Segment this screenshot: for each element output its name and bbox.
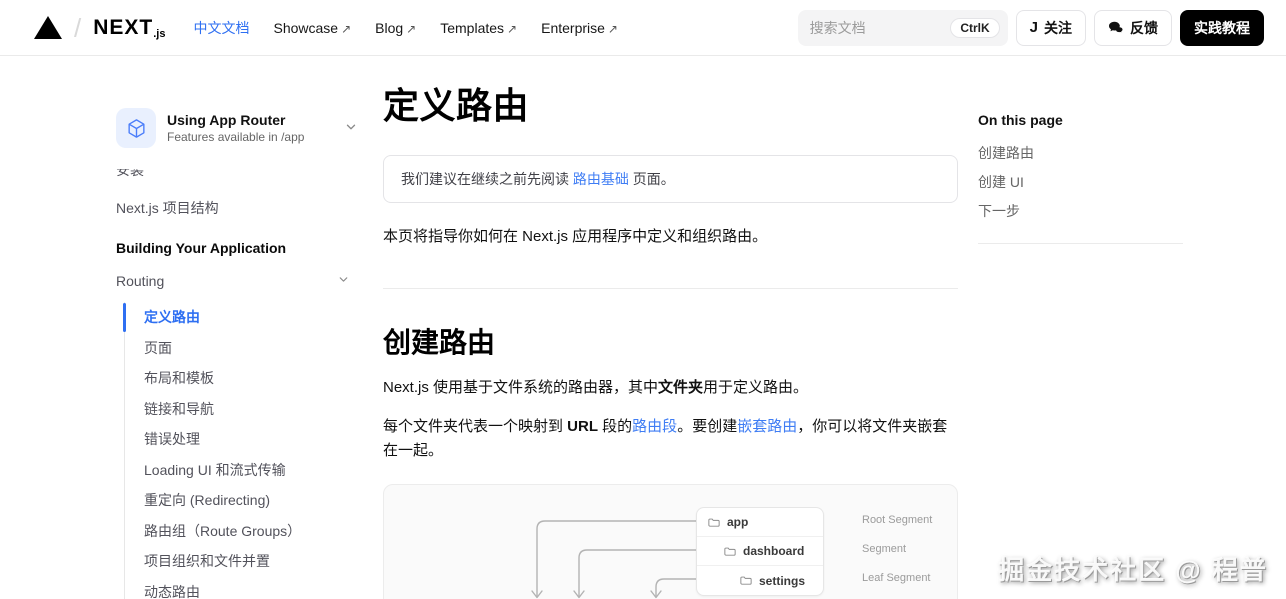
folder-icon bbox=[740, 575, 752, 586]
header-actions: CtrlK J 关注 反馈 实践教程 bbox=[798, 10, 1264, 46]
route-segment-link[interactable]: 路由段 bbox=[632, 418, 677, 435]
follow-button[interactable]: J 关注 bbox=[1016, 10, 1086, 46]
external-link-icon: ↗ bbox=[608, 22, 618, 36]
paragraph-filesystem-router: Next.js 使用基于文件系统的路由器，其中文件夹用于定义路由。 bbox=[383, 376, 958, 400]
chevron-down-icon bbox=[337, 273, 350, 289]
chevron-down-icon bbox=[344, 120, 358, 137]
sidebar-item-linking-navigating: 链接和导航 bbox=[144, 394, 362, 425]
toc-item-create-routes: 创建路由 bbox=[978, 144, 1188, 163]
sidebar-item-loading-streaming: Loading UI 和流式传输 bbox=[144, 455, 362, 486]
search-input[interactable] bbox=[810, 20, 951, 36]
routing-fundamentals-link[interactable]: 路由基础 bbox=[573, 171, 629, 187]
slash-divider: / bbox=[74, 15, 81, 41]
recommendation-callout: 我们建议在继续之前先阅读 路由基础 页面。 bbox=[383, 155, 958, 203]
toc-item-next-steps: 下一步 bbox=[978, 202, 1188, 221]
sidebar-item-layouts-templates: 布局和模板 bbox=[144, 363, 362, 394]
sidebar-group-routing[interactable]: Routing bbox=[116, 273, 362, 289]
nested-routes-link[interactable]: 嵌套路由 bbox=[737, 418, 797, 435]
segment-label-leaf: Leaf Segment bbox=[862, 572, 931, 584]
folder-icon bbox=[708, 517, 720, 528]
toc-list: 创建路由 创建 UI 下一步 bbox=[978, 144, 1188, 221]
nav-link-enterprise[interactable]: Enterprise↗ bbox=[541, 20, 618, 36]
paragraph-route-segments: 每个文件夹代表一个映射到 URL 段的路由段。要创建嵌套路由，你可以将文件夹嵌套… bbox=[383, 415, 958, 463]
section-heading-create-routes: 创建路由 bbox=[383, 325, 958, 361]
sidebar-item-project-structure[interactable]: Next.js 项目结构 bbox=[116, 198, 362, 218]
toc-item-create-ui: 创建 UI bbox=[978, 173, 1188, 192]
nav-link-blog[interactable]: Blog↗ bbox=[375, 20, 416, 36]
external-link-icon: ↗ bbox=[507, 22, 517, 36]
nextjs-docs-page: / NEXT.js 中文文档 Showcase↗ Blog↗ Templates… bbox=[0, 0, 1286, 599]
folder-row-dashboard: dashboard bbox=[697, 537, 823, 566]
nav-link-showcase[interactable]: Showcase↗ bbox=[273, 20, 351, 36]
tutorial-cta-button[interactable]: 实践教程 bbox=[1180, 10, 1264, 46]
folder-row-settings: settings bbox=[697, 566, 823, 595]
header-nav: 中文文档 Showcase↗ Blog↗ Templates↗ Enterpri… bbox=[193, 18, 618, 38]
cube-icon bbox=[116, 108, 156, 148]
toc-divider bbox=[978, 243, 1183, 244]
juejin-icon: J bbox=[1030, 19, 1038, 36]
folder-row-app: app bbox=[697, 508, 823, 537]
sidebar-item-defining-routes: 定义路由 bbox=[144, 302, 362, 333]
sidebar-item-dynamic-routes: 动态路由 bbox=[144, 577, 362, 599]
section-divider bbox=[383, 288, 958, 289]
nav-link-docs[interactable]: 中文文档 bbox=[193, 18, 249, 38]
feedback-bubbles-icon bbox=[1108, 21, 1124, 35]
external-link-icon: ↗ bbox=[406, 22, 416, 36]
sidebar: Using App Router Features available in /… bbox=[116, 108, 362, 599]
nextjs-logo[interactable]: / NEXT.js bbox=[34, 15, 165, 41]
sidebar-item-error-handling: 错误处理 bbox=[144, 424, 362, 455]
switcher-subtitle: Features available in /app bbox=[167, 130, 304, 145]
header: / NEXT.js 中文文档 Showcase↗ Blog↗ Templates… bbox=[0, 0, 1286, 56]
nextjs-wordmark: NEXT.js bbox=[93, 16, 165, 40]
sidebar-item-pages: 页面 bbox=[144, 333, 362, 364]
router-version-switcher[interactable]: Using App Router Features available in /… bbox=[116, 108, 362, 148]
external-link-icon: ↗ bbox=[341, 22, 351, 36]
on-this-page-toc: On this page 创建路由 创建 UI 下一步 bbox=[978, 112, 1188, 244]
sidebar-item-redirecting: 重定向 (Redirecting) bbox=[144, 485, 362, 516]
triangle-logo-icon bbox=[34, 16, 62, 39]
segment-label-root: Root Segment bbox=[862, 514, 932, 526]
nav-link-templates[interactable]: Templates↗ bbox=[440, 20, 517, 36]
main-content: 定义路由 我们建议在继续之前先阅读 路由基础 页面。 本页将指导你如何在 Nex… bbox=[383, 84, 958, 599]
folder-icon bbox=[724, 546, 736, 557]
sidebar-item-project-organization: 项目组织和文件并置 bbox=[144, 546, 362, 577]
segment-label-segment: Segment bbox=[862, 543, 906, 555]
keyboard-shortcut-badge: CtrlK bbox=[950, 18, 999, 38]
route-segments-diagram: app dashboard settings Root Segment Segm… bbox=[383, 484, 958, 599]
sidebar-section-heading: Building Your Application bbox=[116, 240, 362, 256]
watermark: 掘金技术社区 @ 程普 bbox=[998, 550, 1268, 587]
intro-paragraph: 本页将指导你如何在 Next.js 应用程序中定义和组织路由。 bbox=[383, 225, 958, 249]
sidebar-item-route-groups: 路由组（Route Groups） bbox=[144, 516, 362, 547]
folder-tree-card: app dashboard settings bbox=[696, 507, 824, 596]
toc-title: On this page bbox=[978, 112, 1188, 128]
page-title: 定义路由 bbox=[383, 84, 958, 128]
sidebar-item-install-clipped[interactable]: 安装 bbox=[116, 169, 362, 182]
feedback-button[interactable]: 反馈 bbox=[1094, 10, 1172, 46]
switcher-title: Using App Router bbox=[167, 111, 304, 129]
search-box[interactable]: CtrlK bbox=[798, 10, 1008, 46]
routing-sub-list: 定义路由 页面 布局和模板 链接和导航 错误处理 Loading UI 和流式传… bbox=[124, 302, 362, 599]
